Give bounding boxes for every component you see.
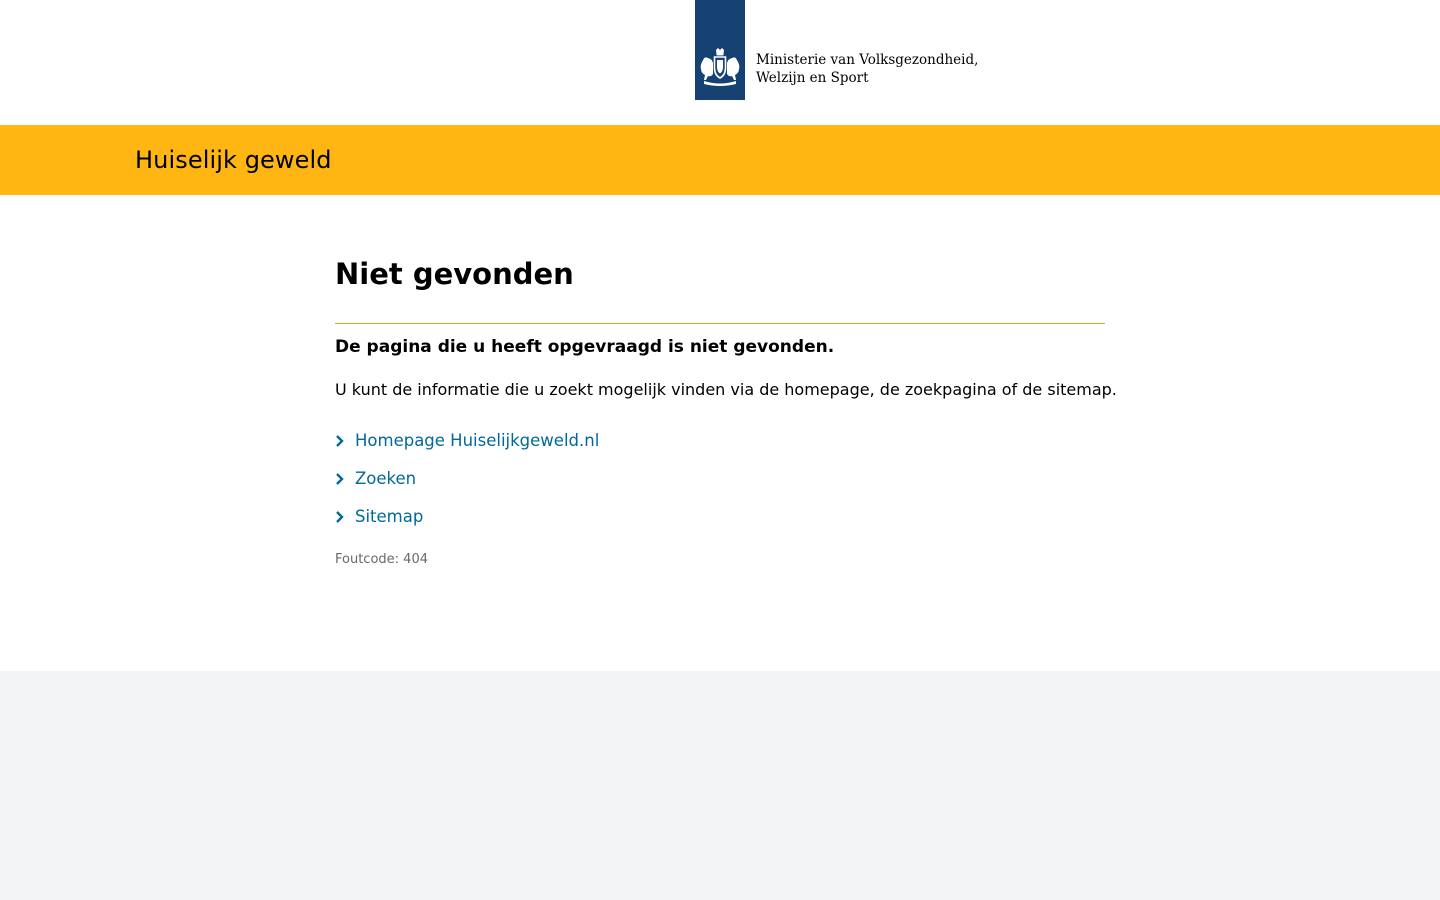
list-item: Homepage Huiselijkgeweld.nl bbox=[335, 427, 599, 465]
ministry-logo-block bbox=[695, 0, 745, 100]
main-content: Niet gevonden De pagina die u heeft opge… bbox=[0, 195, 1440, 671]
list-item: Sitemap bbox=[335, 503, 599, 541]
body-text: U kunt de informatie die u zoekt mogelij… bbox=[335, 380, 1117, 399]
site-title-link[interactable]: Huiselijk geweld bbox=[135, 145, 332, 175]
rijksoverheid-lion-emblem-icon bbox=[700, 48, 740, 86]
chevron-right-icon bbox=[335, 430, 355, 452]
page-title: Niet gevonden bbox=[335, 257, 574, 291]
list-item: Zoeken bbox=[335, 465, 599, 503]
site-banner: Huiselijk geweld bbox=[0, 125, 1440, 195]
ministry-name-line2: Welzijn en Sport bbox=[756, 70, 869, 86]
suggestion-links: Homepage Huiselijkgeweld.nl Zoeken Sitem… bbox=[335, 427, 599, 541]
chevron-right-icon bbox=[335, 506, 355, 528]
search-link[interactable]: Zoeken bbox=[355, 468, 416, 490]
chevron-right-icon bbox=[335, 468, 355, 490]
homepage-link[interactable]: Homepage Huiselijkgeweld.nl bbox=[355, 430, 599, 452]
ministry-wordmark: Ministerie van Volksgezondheid, Welzijn … bbox=[756, 51, 978, 87]
title-divider bbox=[335, 323, 1105, 324]
lead-text: De pagina die u heeft opgevraagd is niet… bbox=[335, 337, 835, 357]
sitemap-link[interactable]: Sitemap bbox=[355, 506, 423, 528]
ministry-name-line1: Ministerie van Volksgezondheid, bbox=[756, 52, 979, 68]
logo-header: Ministerie van Volksgezondheid, Welzijn … bbox=[0, 0, 1440, 125]
page-footer bbox=[0, 671, 1440, 900]
error-code: Foutcode: 404 bbox=[335, 552, 428, 567]
